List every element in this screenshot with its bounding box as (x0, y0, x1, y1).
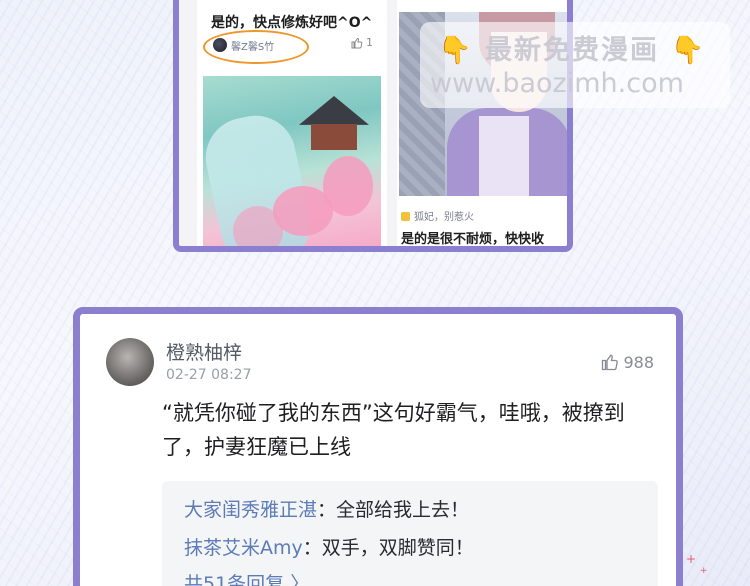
reply-box: 大家闺秀雅正湛：全部给我上去！ 抹茶艾米Amy：双手，双脚赞同！ 共51条回复 … (162, 481, 658, 586)
reply-item[interactable]: 大家闺秀雅正湛：全部给我上去！ (184, 495, 469, 522)
thumbs-up-icon (351, 37, 362, 49)
comment-body: “就凭你碰了我的东西”这句好霸气，哇哦，被撩到了，护妻狂魔已上线 (162, 401, 625, 459)
sparkle-decoration: + (700, 566, 708, 576)
comment-like-count: 988 (623, 353, 654, 372)
watermark-title: 👇 最新免费漫画 👇 (438, 28, 706, 67)
view-all-replies-link[interactable]: 共51条回复 〉 (184, 569, 309, 586)
right-post-author: 狐妃，别惹火 (414, 212, 474, 223)
avatar[interactable] (213, 38, 227, 52)
avatar[interactable] (106, 338, 154, 386)
level-badge-icon (401, 212, 410, 221)
left-post-card[interactable]: 是的，快点修炼好吧^O^ 馨Z馨S竹 1 (197, 0, 387, 246)
reply-username[interactable]: 大家闺秀雅正湛 (184, 499, 317, 521)
left-post-author-row: 馨Z馨S竹 1 (203, 30, 379, 64)
left-post-text: 是的，快点修炼好吧^O^ (211, 15, 373, 31)
garden-illustration[interactable] (203, 76, 381, 246)
reply-item[interactable]: 抹茶艾米Amy：双手，双脚赞同！ (184, 533, 474, 560)
right-post-author-row[interactable]: 狐妃，别惹火 (401, 208, 474, 223)
pointing-down-icon: 👇 (438, 35, 474, 66)
left-post-like-button[interactable]: 1 (351, 36, 373, 49)
pointing-down-icon: 👇 (670, 35, 707, 66)
left-post-author[interactable]: 馨Z馨S竹 (231, 38, 274, 53)
right-post-text: 是的是很不耐烦，快快收 (401, 232, 545, 247)
watermark-text: 最新免费漫画 (485, 35, 660, 66)
comment-timestamp: 02-27 08:27 (166, 367, 252, 383)
sparkle-decoration: + (686, 552, 697, 566)
comment-card: 橙熟柚梓 02-27 08:27 988 “就凭你碰了我的东西”这句好霸气，哇哦… (73, 307, 683, 586)
watermark: 👇 最新免费漫画 👇 www.baozimh.com (420, 22, 730, 108)
reply-text: ：全部给我上去！ (317, 499, 470, 521)
reply-username[interactable]: 抹茶艾米Amy (184, 537, 303, 559)
thumbs-up-icon (602, 354, 619, 371)
comment-like-button[interactable]: 988 (601, 353, 654, 372)
comment-username[interactable]: 橙熟柚梓 (166, 338, 242, 365)
watermark-url: www.baozimh.com (430, 68, 684, 99)
reply-text: ：双手，双脚赞同！ (302, 537, 474, 559)
left-post-like-count: 1 (366, 36, 373, 49)
